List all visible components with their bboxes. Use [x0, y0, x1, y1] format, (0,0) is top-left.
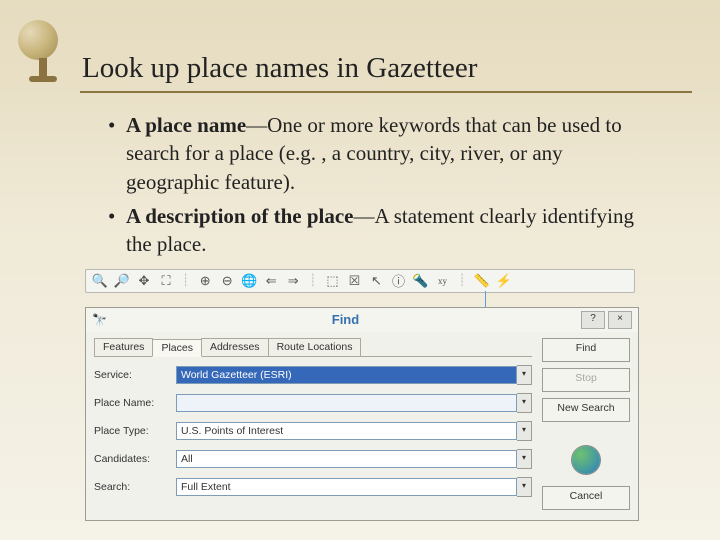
measure-icon[interactable]: 📏 [474, 273, 490, 289]
bullet-item: A description of the place—A statement c… [108, 202, 660, 259]
separator-icon: ┊ [456, 273, 467, 288]
close-button[interactable]: × [608, 311, 632, 329]
help-button[interactable]: ? [581, 311, 605, 329]
place-type-field[interactable]: U.S. Points of Interest [176, 422, 517, 440]
dialog-title: Find [113, 312, 578, 327]
search-label: Search: [94, 481, 176, 493]
candidates-label: Candidates: [94, 453, 176, 465]
fixed-zoom-out-icon[interactable]: ⊖ [219, 273, 235, 289]
service-label: Service: [94, 369, 176, 381]
candidates-field[interactable]: All [176, 450, 517, 468]
pan-icon[interactable]: ✥ [136, 273, 152, 289]
separator-icon: ┊ [307, 273, 318, 288]
chevron-down-icon[interactable]: ▾ [517, 421, 532, 441]
place-name-label: Place Name: [94, 397, 176, 409]
zoom-out-icon[interactable]: 🔎 [114, 273, 130, 289]
binoculars-icon: 🔭 [92, 313, 107, 327]
select-icon[interactable]: ⬚ [324, 273, 340, 289]
callout-line [85, 293, 635, 307]
xy-icon[interactable]: xy [434, 273, 450, 289]
hyperlink-icon[interactable]: ⚡ [496, 273, 512, 289]
find-button[interactable]: Find [542, 338, 630, 362]
fixed-zoom-in-icon[interactable]: ⊕ [197, 273, 213, 289]
bullet-content: A place name—One or more keywords that c… [0, 93, 720, 259]
tab-addresses[interactable]: Addresses [201, 338, 269, 356]
zoom-in-icon[interactable]: 🔍 [92, 273, 108, 289]
identify-icon[interactable]: ⓘ [390, 273, 406, 289]
clear-icon[interactable]: ☒ [346, 273, 362, 289]
globe-icon[interactable]: 🌐 [241, 273, 257, 289]
pointer-icon[interactable]: ↖ [368, 273, 384, 289]
chevron-down-icon[interactable]: ▾ [517, 477, 532, 497]
back-arrow-icon[interactable]: ⇐ [263, 273, 279, 289]
chevron-down-icon[interactable]: ▾ [517, 449, 532, 469]
forward-arrow-icon[interactable]: ⇒ [285, 273, 301, 289]
search-field[interactable]: Full Extent [176, 478, 517, 496]
chevron-down-icon[interactable]: ▾ [517, 365, 532, 385]
find-dialog: 🔭 Find ? × Features Places Addresses Rou… [85, 307, 639, 521]
tab-places[interactable]: Places [152, 339, 202, 357]
slide-globe-decoration [18, 20, 68, 90]
tab-features[interactable]: Features [94, 338, 153, 356]
tab-route-locations[interactable]: Route Locations [268, 338, 362, 356]
bullet-item: A place name—One or more keywords that c… [108, 111, 660, 196]
full-extent-icon[interactable]: ⛶ [158, 273, 174, 289]
place-name-field[interactable] [176, 394, 517, 412]
cancel-button[interactable]: Cancel [542, 486, 630, 510]
slide-title: Look up place names in Gazetteer [0, 0, 720, 91]
service-field[interactable]: World Gazetteer (ESRI) [176, 366, 517, 384]
new-search-button[interactable]: New Search [542, 398, 630, 422]
find-icon[interactable]: 🔦 [412, 273, 428, 289]
arcmap-toolbar: 🔍 🔎 ✥ ⛶ ┊ ⊕ ⊖ 🌐 ⇐ ⇒ ┊ ⬚ ☒ ↖ ⓘ 🔦 xy ┊ 📏 ⚡ [85, 269, 635, 293]
globe-graphic-icon [572, 446, 600, 474]
place-type-label: Place Type: [94, 425, 176, 437]
separator-icon: ┊ [180, 273, 191, 288]
chevron-down-icon[interactable]: ▾ [517, 393, 532, 413]
stop-button[interactable]: Stop [542, 368, 630, 392]
